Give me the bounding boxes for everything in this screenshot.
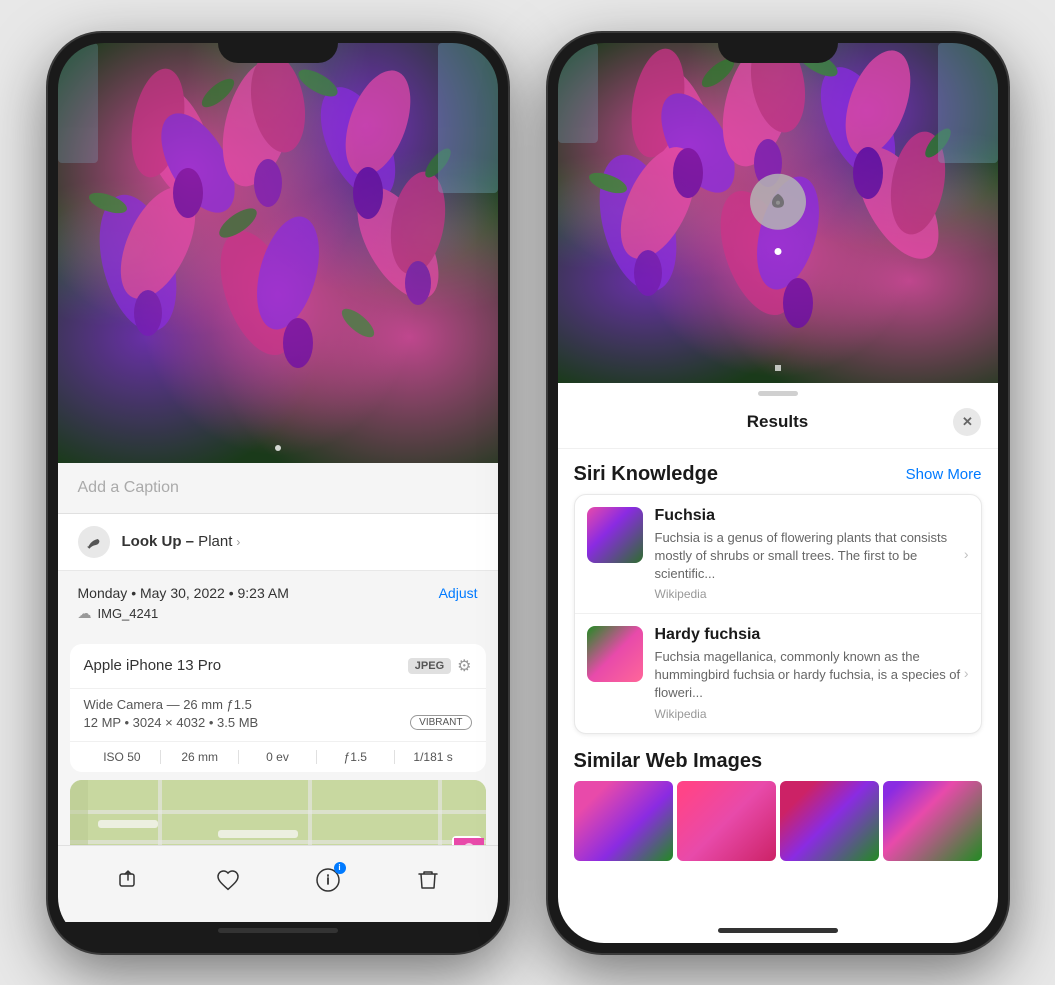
cloud-icon: ☁	[78, 605, 92, 622]
hardy-source: Wikipedia	[655, 707, 969, 721]
knowledge-card: Fuchsia Fuchsia is a genus of flowering …	[574, 494, 982, 734]
hardy-thumb	[587, 626, 643, 682]
right-photo-dot	[775, 365, 781, 371]
device-header: Apple iPhone 13 Pro JPEG ⚙	[70, 644, 486, 689]
sheet-handle	[758, 391, 798, 396]
fuchsia-desc: Fuchsia is a genus of flowering plants t…	[655, 529, 969, 584]
fuchsia-text: Fuchsia Fuchsia is a genus of flowering …	[655, 507, 969, 602]
results-title: Results	[747, 412, 808, 432]
fuchsia-title: Fuchsia	[655, 507, 969, 525]
siri-knowledge-title: Siri Knowledge	[574, 463, 718, 486]
exif-row: ISO 50 26 mm 0 ev ƒ1.5 1/181 s	[70, 742, 486, 772]
caption-placeholder: Add a Caption	[78, 479, 179, 496]
hardy-title: Hardy fuchsia	[655, 626, 969, 644]
right-phone-inner: Results ✕ Siri Knowledge Show More	[558, 43, 998, 943]
photo-dot	[275, 445, 281, 451]
camera-line: Wide Camera — 26 mm ƒ1.5	[84, 697, 472, 712]
hardy-chevron: ›	[964, 665, 969, 681]
vibrant-badge: VIBRANT	[410, 715, 471, 730]
caption-area[interactable]: Add a Caption	[58, 463, 498, 514]
share-button[interactable]	[106, 858, 150, 902]
right-photo-section	[558, 43, 998, 383]
fuchsia-source: Wikipedia	[655, 587, 969, 601]
results-sheet: Results ✕ Siri Knowledge Show More	[558, 383, 998, 943]
visual-lookup-indicator	[750, 173, 806, 229]
left-phone-inner: Add a Caption Look Up – Plant›	[58, 43, 498, 943]
date-text: Monday • May 30, 2022 • 9:23 AM	[78, 585, 289, 601]
info-button[interactable]: i	[306, 858, 350, 902]
resolution-line: 12 MP • 3024 × 4032 • 3.5 MB VIBRANT	[84, 715, 472, 730]
map-thumbnail	[452, 836, 482, 845]
map-section[interactable]	[70, 780, 486, 845]
results-content: Siri Knowledge Show More Fuchsia Fuchsia…	[558, 449, 998, 928]
photo-section	[58, 43, 498, 463]
device-name: Apple iPhone 13 Pro	[84, 657, 222, 674]
exif-ev: 0 ev	[239, 750, 317, 764]
fuchsia-item[interactable]: Fuchsia Fuchsia is a genus of flowering …	[575, 495, 981, 615]
left-phone: Add a Caption Look Up – Plant›	[48, 33, 508, 953]
similar-images	[574, 781, 982, 861]
similar-title: Similar Web Images	[574, 750, 982, 773]
exif-focal: 26 mm	[161, 750, 239, 764]
flower-svg	[58, 43, 498, 463]
delete-button[interactable]	[406, 858, 450, 902]
visual-indicator-dot	[774, 248, 781, 255]
phones-container: Add a Caption Look Up – Plant›	[28, 13, 1028, 973]
exif-shutter: 1/181 s	[395, 750, 472, 764]
results-header: Results ✕	[558, 400, 998, 449]
adjust-button[interactable]: Adjust	[439, 585, 478, 601]
close-button[interactable]: ✕	[953, 408, 981, 436]
fuchsia-chevron: ›	[964, 546, 969, 562]
filename: IMG_4241	[98, 606, 159, 621]
similar-section: Similar Web Images	[574, 742, 982, 861]
similar-img-3[interactable]	[780, 781, 879, 861]
format-badge: JPEG	[408, 658, 451, 674]
camera-details: Wide Camera — 26 mm ƒ1.5 12 MP • 3024 × …	[70, 689, 486, 742]
home-indicator	[218, 928, 338, 933]
fuchsia-thumb	[587, 507, 643, 563]
siri-knowledge-header: Siri Knowledge Show More	[574, 449, 982, 494]
filename-row: ☁ IMG_4241	[78, 605, 478, 622]
settings-icon: ⚙	[457, 656, 471, 676]
format-row: JPEG ⚙	[408, 656, 472, 676]
bottom-toolbar: i	[58, 845, 498, 922]
leaf-icon	[78, 526, 110, 558]
device-section: Apple iPhone 13 Pro JPEG ⚙ Wide Camera —…	[70, 644, 486, 772]
similar-img-1[interactable]	[574, 781, 673, 861]
similar-img-2[interactable]	[677, 781, 776, 861]
hardy-desc: Fuchsia magellanica, commonly known as t…	[655, 648, 969, 703]
favorite-button[interactable]	[206, 858, 250, 902]
exif-aperture: ƒ1.5	[317, 750, 395, 764]
date-section: Monday • May 30, 2022 • 9:23 AM Adjust ☁…	[58, 571, 498, 636]
hardy-fuchsia-item[interactable]: Hardy fuchsia Fuchsia magellanica, commo…	[575, 614, 981, 733]
exif-iso: ISO 50	[84, 750, 162, 764]
lookup-label: Look Up – Plant›	[122, 533, 241, 550]
hardy-text: Hardy fuchsia Fuchsia magellanica, commo…	[655, 626, 969, 721]
show-more-button[interactable]: Show More	[906, 466, 982, 483]
info-section: Add a Caption Look Up – Plant›	[58, 463, 498, 845]
right-home-indicator	[718, 928, 838, 933]
info-badge: i	[334, 862, 346, 874]
right-phone: Results ✕ Siri Knowledge Show More	[548, 33, 1008, 953]
date-row: Monday • May 30, 2022 • 9:23 AM Adjust	[78, 585, 478, 601]
similar-img-4[interactable]	[883, 781, 982, 861]
lookup-row[interactable]: Look Up – Plant›	[58, 514, 498, 571]
